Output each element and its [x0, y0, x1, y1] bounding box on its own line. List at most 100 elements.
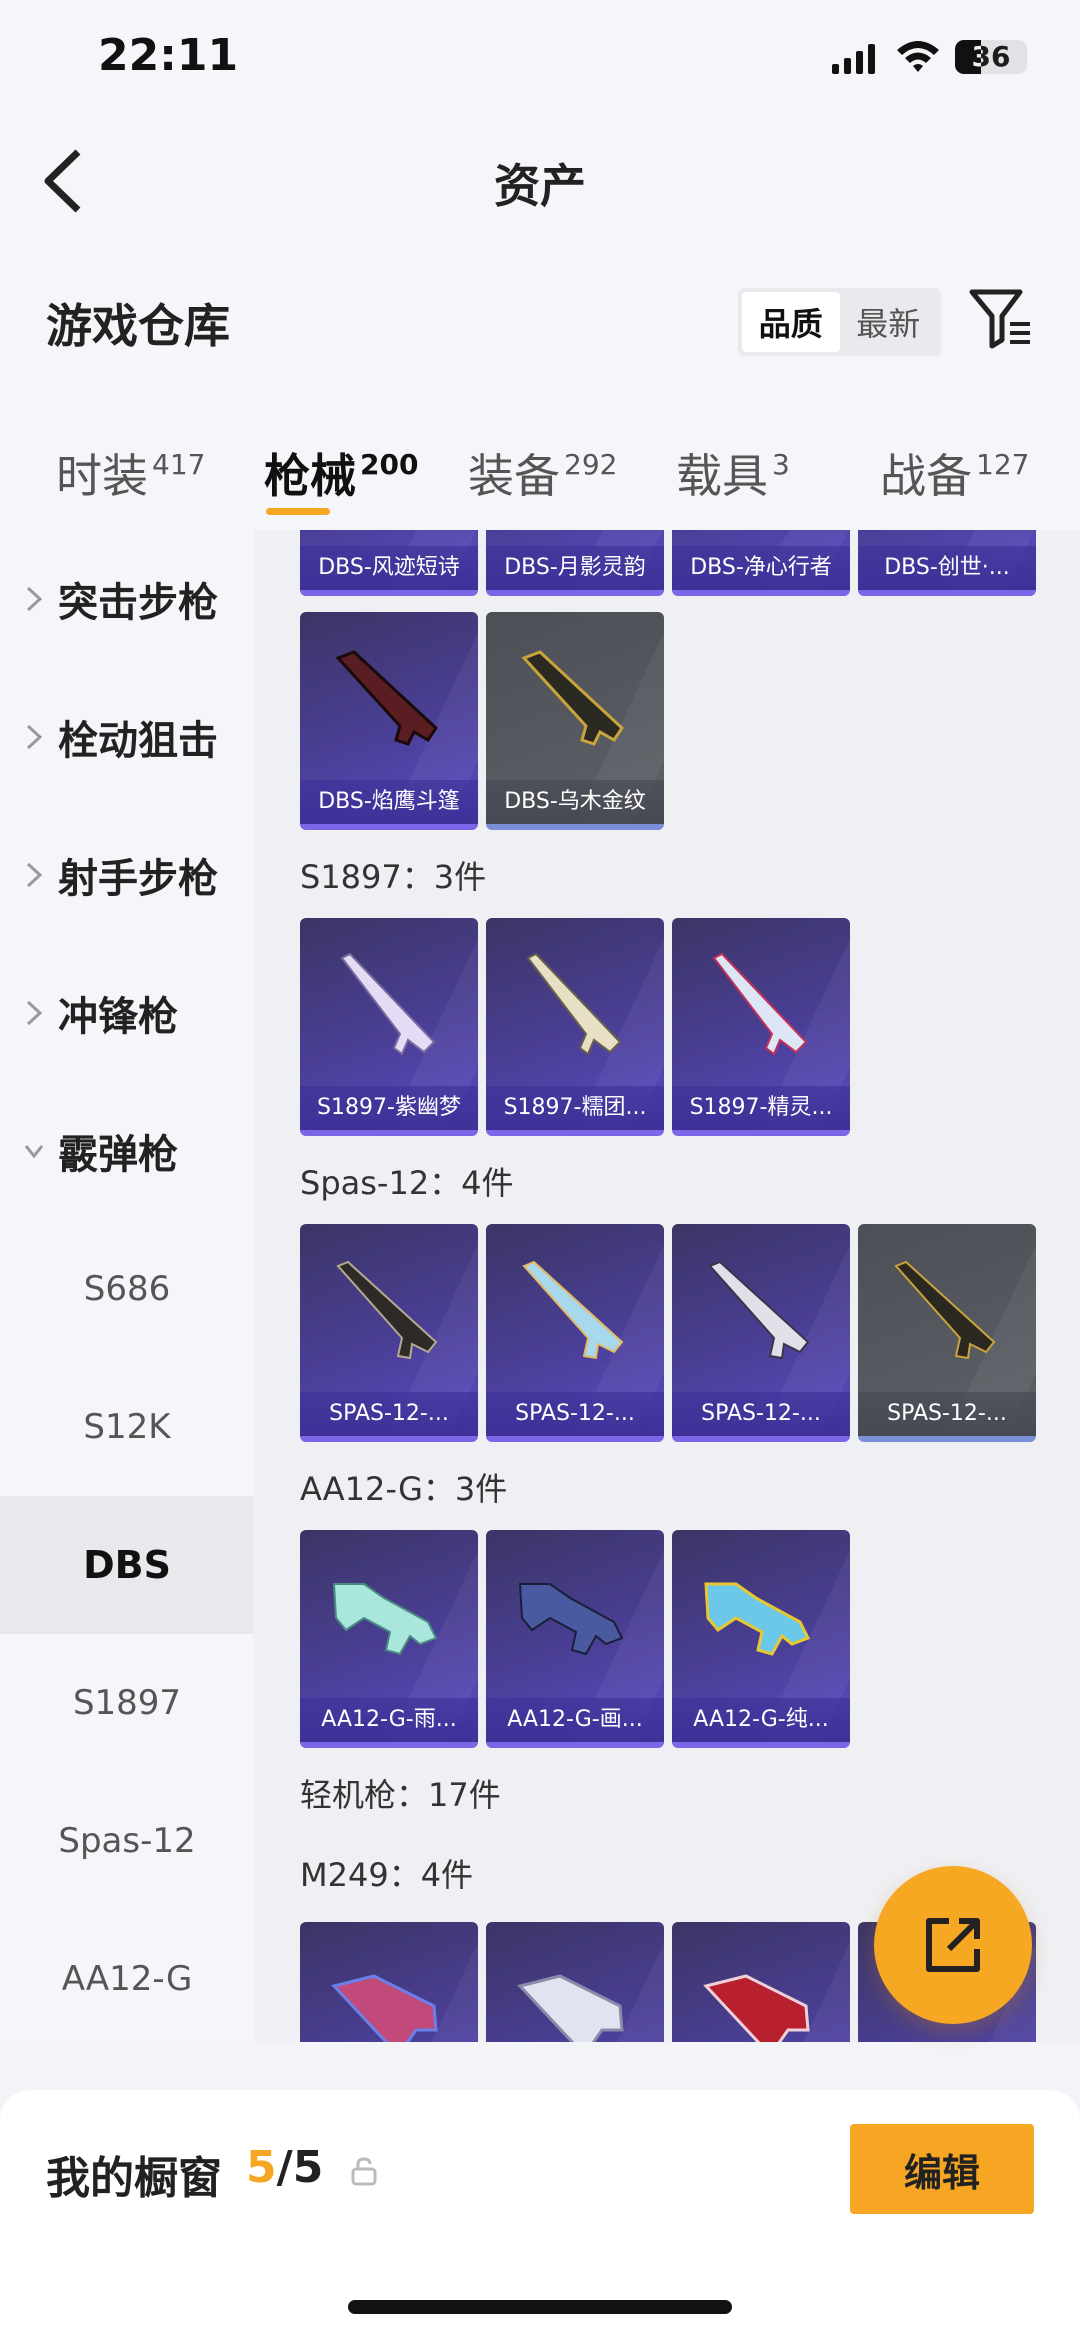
active-tab-indicator: [266, 508, 330, 515]
sidebar-item-dmr[interactable]: 射手步枪: [0, 806, 254, 944]
rifle-icon: [704, 1582, 811, 1656]
rifle-icon: [703, 1974, 810, 2042]
weapon-name: DBS-创世·...: [858, 546, 1036, 590]
weapon-card[interactable]: SPAS-12-...: [858, 1224, 1036, 1442]
sidebar-subitem-aa12g[interactable]: AA12-G: [0, 1910, 254, 2042]
shotgun-icon: [894, 1260, 996, 1360]
tab-firearms[interactable]: 枪械 200: [264, 440, 418, 515]
chevron-right-icon: [26, 1000, 43, 1026]
shotgun-icon: [526, 952, 622, 1056]
weapon-sidebar: 突击步枪 栓动狙击 射手步枪 冲锋枪 霰弹枪 S686 S12K DBS S18…: [0, 530, 254, 2042]
sidebar-item-smg[interactable]: 冲锋枪: [0, 944, 254, 1082]
rifle-icon: [331, 1974, 438, 2042]
weapon-card[interactable]: [486, 1922, 664, 2042]
weapon-name: SPAS-12-...: [486, 1392, 664, 1436]
home-indicator: [348, 2300, 732, 2314]
group-header-m249: M249：4件: [300, 1856, 474, 1894]
category-tabs: 时装 417 枪械 200 装备 292 载具 3 战备 127: [0, 390, 1080, 530]
weapon-card[interactable]: AA12-G-雨...: [300, 1530, 478, 1748]
section-header: 游戏仓库 品质 最新: [0, 240, 1080, 390]
weapon-card[interactable]: DBS-创世·...: [858, 530, 1036, 596]
rifle-icon: [518, 1583, 624, 1656]
sidebar-subitem-s686[interactable]: S686: [0, 1220, 254, 1358]
weapon-name: AA12-G-纯...: [672, 1698, 850, 1742]
weapon-card[interactable]: S1897-糯团...: [486, 918, 664, 1136]
group-header-lmg: 轻机枪：17件: [300, 1776, 501, 1814]
sidebar-subitem-spas12[interactable]: Spas-12: [0, 1772, 254, 1910]
weapon-name: SPAS-12-...: [672, 1392, 850, 1436]
weapon-card[interactable]: AA12-G-画...: [486, 1530, 664, 1748]
status-time: 22:11: [98, 30, 239, 81]
weapon-name: DBS-乌木金纹: [486, 780, 664, 824]
rifle-icon: [332, 1583, 438, 1656]
weapon-card[interactable]: DBS-乌木金纹: [486, 612, 664, 830]
showcase-count: 5/5: [246, 2142, 324, 2193]
showcase-title: 我的橱窗: [46, 2153, 222, 2204]
weapon-name: DBS-月影灵韵: [486, 546, 664, 590]
shotgun-icon: [522, 1260, 624, 1360]
weapon-name: S1897-紫幽梦: [300, 1086, 478, 1130]
tab-vehicles[interactable]: 载具 3: [676, 440, 790, 506]
battery-icon: 36: [955, 40, 1027, 74]
weapon-card[interactable]: [672, 1922, 850, 2042]
share-icon: [926, 1918, 980, 1972]
signal-icon: [832, 44, 875, 74]
weapon-card[interactable]: AA12-G-纯...: [672, 1530, 850, 1748]
edit-button[interactable]: 编辑: [850, 2124, 1034, 2214]
weapon-card[interactable]: DBS-月影灵韵: [486, 530, 664, 596]
shotgun-icon: [340, 952, 436, 1056]
sidebar-item-shotgun[interactable]: 霰弹枪: [0, 1082, 254, 1220]
weapon-name: DBS-风迹短诗: [300, 546, 478, 590]
sidebar-item-bolt-sniper[interactable]: 栓动狙击: [0, 668, 254, 806]
share-button[interactable]: [874, 1866, 1032, 2024]
weapon-grid: DBS-风迹短诗 DBS-月影灵韵 DBS-净心行者 DBS-创世·... DB…: [254, 530, 1080, 2042]
sort-quality[interactable]: 品质: [742, 292, 840, 352]
sidebar-subitem-s1897[interactable]: S1897: [0, 1634, 254, 1772]
sidebar-subitem-s12k[interactable]: S12K: [0, 1358, 254, 1496]
weapon-card[interactable]: DBS-焰鹰斗篷: [300, 612, 478, 830]
weapon-name: AA12-G-画...: [486, 1698, 664, 1742]
tab-equipment[interactable]: 装备 292: [468, 440, 617, 506]
tab-fashion[interactable]: 时装 417: [56, 440, 205, 506]
chevron-right-icon: [26, 724, 43, 750]
lock-icon: [351, 2157, 377, 2186]
page-title: 资产: [494, 159, 586, 213]
weapon-card[interactable]: DBS-风迹短诗: [300, 530, 478, 596]
sort-newest[interactable]: 最新: [840, 292, 938, 352]
shotgun-icon: [335, 650, 438, 746]
weapon-name: SPAS-12-...: [300, 1392, 478, 1436]
shotgun-icon: [712, 952, 808, 1056]
weapon-card[interactable]: DBS-净心行者: [672, 530, 850, 596]
weapon-name: AA12-G-雨...: [300, 1698, 478, 1742]
sidebar-subitem-dbs[interactable]: DBS: [0, 1496, 254, 1634]
section-title: 游戏仓库: [46, 299, 230, 353]
wifi-icon: [897, 41, 939, 72]
filter-icon[interactable]: [968, 288, 1032, 350]
shotgun-icon: [708, 1260, 810, 1360]
weapon-name: SPAS-12-...: [858, 1392, 1036, 1436]
status-bar: 22:11 36: [0, 0, 1080, 120]
weapon-card[interactable]: S1897-精灵...: [672, 918, 850, 1136]
rifle-icon: [517, 1974, 624, 2042]
tab-supplies[interactable]: 战备 127: [880, 440, 1029, 506]
battery-level: 36: [971, 40, 1011, 73]
weapon-card[interactable]: S1897-紫幽梦: [300, 918, 478, 1136]
group-header-aa12g: AA12-G：3件: [300, 1470, 508, 1508]
group-header-s1897: S1897：3件: [300, 858, 487, 896]
weapon-name: DBS-净心行者: [672, 546, 850, 590]
nav-bar: 资产: [0, 120, 1080, 240]
chevron-right-icon: [26, 586, 43, 612]
sidebar-item-assault-rifle[interactable]: 突击步枪: [0, 530, 254, 668]
weapon-name: S1897-精灵...: [672, 1086, 850, 1130]
group-header-spas12: Spas-12：4件: [300, 1164, 514, 1202]
weapon-card[interactable]: SPAS-12-...: [486, 1224, 664, 1442]
weapon-card[interactable]: SPAS-12-...: [300, 1224, 478, 1442]
chevron-right-icon: [26, 862, 43, 888]
sort-toggle: 品质 最新: [738, 288, 941, 356]
weapon-name: DBS-焰鹰斗篷: [300, 780, 478, 824]
weapon-name: S1897-糯团...: [486, 1086, 664, 1130]
chevron-down-icon: [24, 1145, 44, 1159]
weapon-card[interactable]: [300, 1922, 478, 2042]
shotgun-icon: [521, 650, 624, 746]
weapon-card[interactable]: SPAS-12-...: [672, 1224, 850, 1442]
